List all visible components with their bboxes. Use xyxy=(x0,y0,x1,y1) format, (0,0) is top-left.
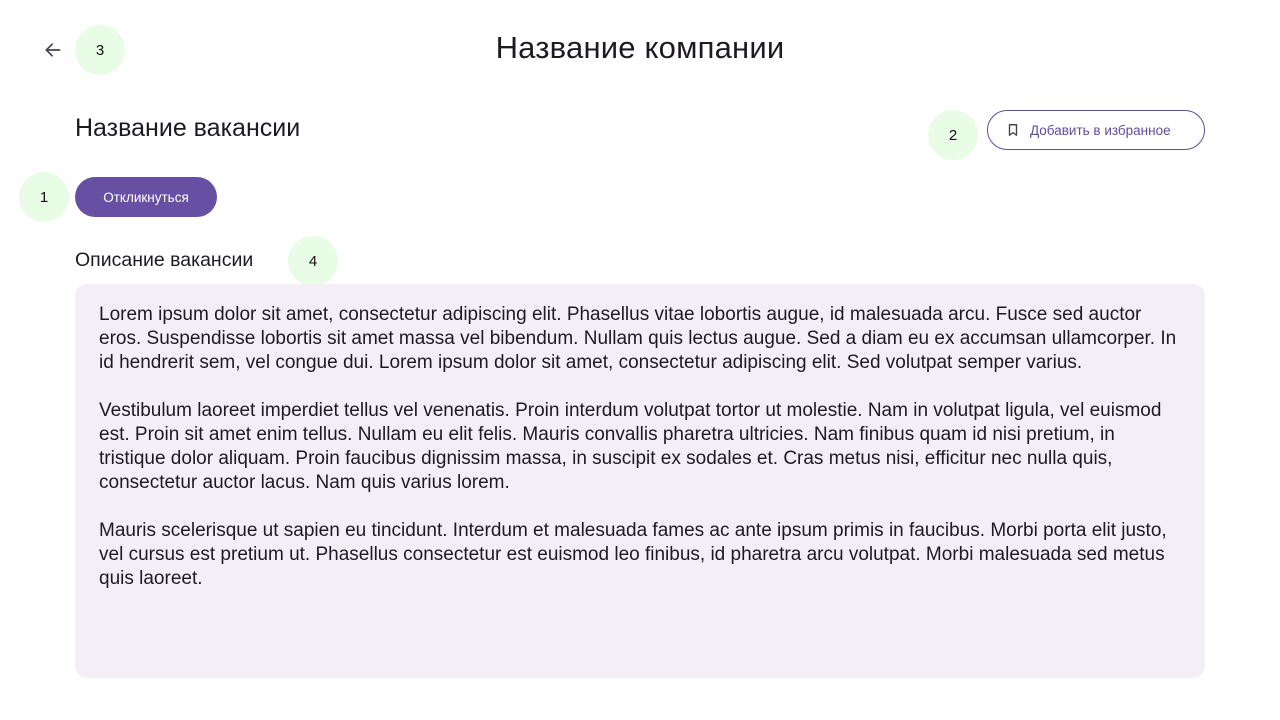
description-paragraph: Vestibulum laoreet imperdiet tellus vel … xyxy=(99,400,1162,493)
bookmark-icon xyxy=(1008,124,1018,136)
description-heading: Описание вакансии xyxy=(75,249,254,271)
annotation-marker-2: 2 xyxy=(928,110,978,160)
description-paragraph: Lorem ipsum dolor sit amet, consectetur … xyxy=(99,304,1177,373)
description-text-box: Lorem ipsum dolor sit amet, consectetur … xyxy=(75,284,1205,678)
add-to-favorites-button[interactable]: Добавить в избранное xyxy=(987,110,1205,150)
apply-button[interactable]: Откликнуться xyxy=(75,177,217,217)
page-title: Название компании xyxy=(495,30,785,65)
annotation-marker-1: 1 xyxy=(19,172,69,222)
description-paragraph: Mauris scelerisque ut sapien eu tincidun… xyxy=(99,520,1167,589)
vacancy-title: Название вакансии xyxy=(75,114,301,142)
annotation-marker-4: 4 xyxy=(288,236,338,286)
add-to-favorites-label: Добавить в избранное xyxy=(1030,122,1171,138)
